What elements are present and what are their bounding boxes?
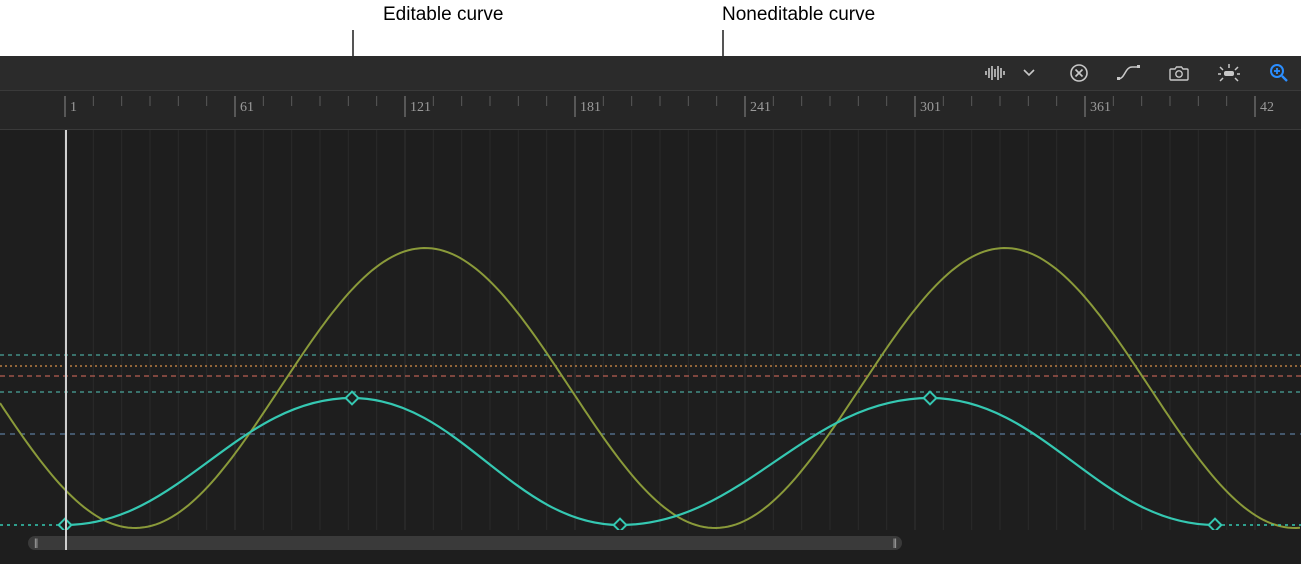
- camera-icon[interactable]: [1165, 59, 1193, 87]
- keyframe[interactable]: [1209, 519, 1222, 530]
- callout-noneditable-label: Noneditable curve: [722, 4, 875, 26]
- svg-text:61: 61: [240, 100, 254, 115]
- clear-button[interactable]: [1065, 59, 1093, 87]
- svg-text:301: 301: [920, 100, 941, 115]
- horizontal-scrollbar[interactable]: || ||: [28, 536, 902, 550]
- keyframe[interactable]: [924, 392, 937, 405]
- graph-canvas: [0, 130, 1301, 530]
- chevron-down-icon[interactable]: [1015, 59, 1043, 87]
- callout-editable-label: Editable curve: [383, 4, 503, 26]
- svg-text:42: 42: [1260, 100, 1274, 115]
- svg-text:361: 361: [1090, 100, 1111, 115]
- curve-tool-button[interactable]: [1115, 59, 1143, 87]
- keyframe-editor: 1 61 121 181 241 301 361 42 || ||: [0, 56, 1301, 564]
- audio-waveform-icon[interactable]: [981, 59, 1009, 87]
- editable-curve[interactable]: [65, 398, 1215, 525]
- svg-text:241: 241: [750, 100, 771, 115]
- toolbar: [0, 56, 1301, 90]
- ruler-ticks: 1 61 121 181 241 301 361 42: [0, 91, 1301, 131]
- scroll-grip-right[interactable]: ||: [893, 538, 896, 549]
- playhead[interactable]: [65, 130, 67, 550]
- callout-bar: Editable curve Noneditable curve: [0, 0, 1301, 56]
- highlight-icon[interactable]: [1215, 59, 1243, 87]
- zoom-in-button[interactable]: [1265, 59, 1293, 87]
- keyframe[interactable]: [614, 519, 627, 530]
- graph-area[interactable]: [0, 130, 1301, 530]
- keyframe[interactable]: [346, 392, 359, 405]
- svg-text:1: 1: [70, 100, 77, 115]
- scroll-grip-left[interactable]: ||: [34, 538, 37, 549]
- svg-text:121: 121: [410, 100, 431, 115]
- ruler[interactable]: 1 61 121 181 241 301 361 42: [0, 90, 1301, 130]
- svg-text:181: 181: [580, 100, 601, 115]
